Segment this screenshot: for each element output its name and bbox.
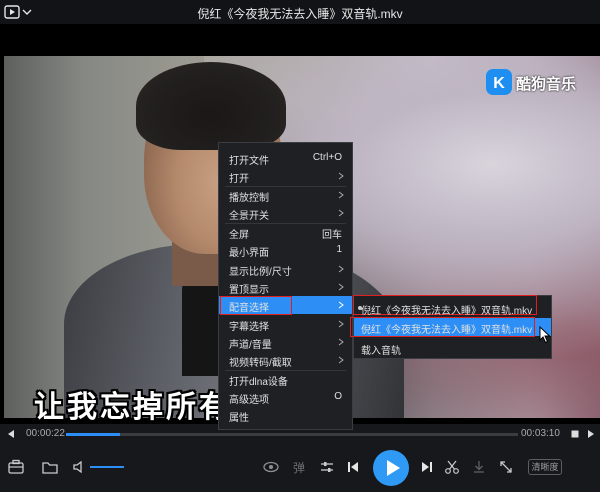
menu-item-always-on-top[interactable]: 置顶显示 bbox=[219, 278, 352, 296]
chevron-right-icon bbox=[338, 172, 344, 180]
menu-item-label: 全屏 bbox=[229, 230, 249, 241]
menu-item-label: 置顶显示 bbox=[229, 285, 269, 296]
highlight-box bbox=[350, 317, 535, 337]
menu-item-shortcut: 1 bbox=[336, 244, 342, 255]
chevron-right-icon bbox=[338, 283, 344, 291]
eye-protect-icon[interactable] bbox=[262, 458, 280, 476]
barrage-icon[interactable]: 弹 bbox=[290, 458, 308, 476]
scissors-icon[interactable] bbox=[443, 458, 461, 476]
chevron-right-icon bbox=[338, 191, 344, 199]
menu-item-label: 显示比例/尺寸 bbox=[229, 267, 292, 278]
quality-button[interactable]: 清晰度 bbox=[528, 459, 562, 475]
menu-item-advanced[interactable]: 高级选项 O bbox=[219, 388, 352, 406]
chevron-right-icon bbox=[338, 265, 344, 273]
watermark-text: 酷狗音乐 bbox=[516, 76, 577, 93]
menu-item-label: 打开dlna设备 bbox=[229, 377, 288, 388]
volume-slider[interactable] bbox=[90, 466, 124, 468]
menu-item-label: 倪红《今夜我无法去入睡》双音轨.mkv bbox=[361, 306, 533, 317]
menu-item-label: 最小界面 bbox=[229, 248, 269, 259]
menu-item-label: 属性 bbox=[229, 413, 249, 424]
fullscreen-icon[interactable] bbox=[497, 458, 515, 476]
menu-item-mini-mode[interactable]: 最小界面 1 bbox=[219, 241, 352, 259]
kugou-logo-icon: K bbox=[486, 69, 512, 95]
menu-item-panorama-toggle[interactable]: 全景开关 bbox=[219, 204, 352, 222]
menu-item-shortcut: Ctrl+O bbox=[312, 152, 342, 163]
menu-item-channel-volume[interactable]: 声道/音量 bbox=[219, 333, 352, 351]
seek-track[interactable] bbox=[66, 433, 518, 436]
chevron-right-icon bbox=[338, 209, 344, 217]
chevron-right-icon bbox=[338, 301, 344, 309]
menu-item-label: 打开文件 bbox=[229, 156, 269, 167]
svg-text:K: K bbox=[493, 75, 505, 92]
previous-icon[interactable] bbox=[344, 458, 362, 476]
play-icon bbox=[387, 460, 400, 476]
mouse-cursor-icon bbox=[539, 326, 551, 344]
menu-item-open-file[interactable]: 打开文件 Ctrl+O bbox=[219, 149, 352, 167]
menu-item-playback-control[interactable]: 播放控制 bbox=[219, 186, 352, 204]
title-bar: 倪红《今夜我无法去入睡》双音轨.mkv bbox=[0, 0, 600, 24]
menu-item-properties[interactable]: 属性 bbox=[219, 406, 352, 424]
open-folder-icon[interactable] bbox=[41, 458, 59, 476]
volume-icon[interactable] bbox=[70, 458, 88, 476]
menu-item-label: 声道/音量 bbox=[229, 340, 272, 351]
menu-item-aspect-ratio[interactable]: 显示比例/尺寸 bbox=[219, 260, 352, 278]
audio-track-option[interactable]: 倪红《今夜我无法去入睡》双音轨.mkv bbox=[354, 299, 551, 317]
menu-item-label: 高级选项 bbox=[229, 395, 269, 406]
next-icon[interactable] bbox=[418, 458, 436, 476]
window-title: 倪红《今夜我无法去入睡》双音轨.mkv bbox=[197, 7, 403, 21]
settings-sliders-icon[interactable] bbox=[318, 458, 336, 476]
chevron-right-icon bbox=[338, 320, 344, 328]
menu-item-transcode[interactable]: 视频转码/截取 bbox=[219, 351, 352, 369]
menu-item-dlna[interactable]: 打开dlna设备 bbox=[219, 370, 352, 388]
control-bar: 弹 清晰度 bbox=[0, 444, 600, 492]
menu-item-label: 打开 bbox=[229, 174, 249, 185]
seek-played bbox=[66, 433, 121, 436]
svg-text:弹: 弹 bbox=[293, 461, 305, 475]
audio-track-submenu: 倪红《今夜我无法去入睡》双音轨.mkv 倪红《今夜我无法去入睡》双音轨.mkv … bbox=[350, 295, 552, 359]
download-icon[interactable] bbox=[470, 458, 488, 476]
context-menu: 打开文件 Ctrl+O 打开 播放控制 全景开关 全屏 回车 最小界面 1 显示… bbox=[218, 142, 353, 430]
stop-icon[interactable] bbox=[570, 429, 580, 439]
total-time: 00:03:10 bbox=[521, 428, 560, 439]
current-time: 00:00:22 bbox=[26, 428, 65, 439]
menu-item-label: 字幕选择 bbox=[229, 322, 269, 333]
menu-item-label: 视频转码/截取 bbox=[229, 358, 292, 369]
menu-item-shortcut: O bbox=[334, 391, 342, 402]
load-audio-track[interactable]: 载入音轨 bbox=[354, 339, 551, 357]
forward-icon[interactable] bbox=[586, 429, 596, 439]
menu-item-label: 全景开关 bbox=[229, 211, 269, 222]
rewind-icon[interactable] bbox=[6, 429, 16, 439]
menu-item-open[interactable]: 打开 bbox=[219, 167, 352, 185]
menu-item-subtitle[interactable]: 字幕选择 bbox=[219, 315, 352, 333]
menu-item-label: 载入音轨 bbox=[361, 346, 401, 357]
chevron-right-icon bbox=[338, 338, 344, 346]
menu-item-label: 播放控制 bbox=[229, 193, 269, 204]
menu-item-shortcut: 回车 bbox=[322, 230, 342, 241]
menu-item-fullscreen[interactable]: 全屏 回车 bbox=[219, 223, 352, 241]
toolbox-icon[interactable] bbox=[7, 458, 25, 476]
frame-figure-hair bbox=[136, 62, 286, 150]
chevron-right-icon bbox=[338, 356, 344, 364]
subtitle-text: 让我忘掉所有 bbox=[34, 390, 232, 424]
highlight-box bbox=[220, 296, 292, 315]
play-button[interactable] bbox=[373, 450, 409, 486]
